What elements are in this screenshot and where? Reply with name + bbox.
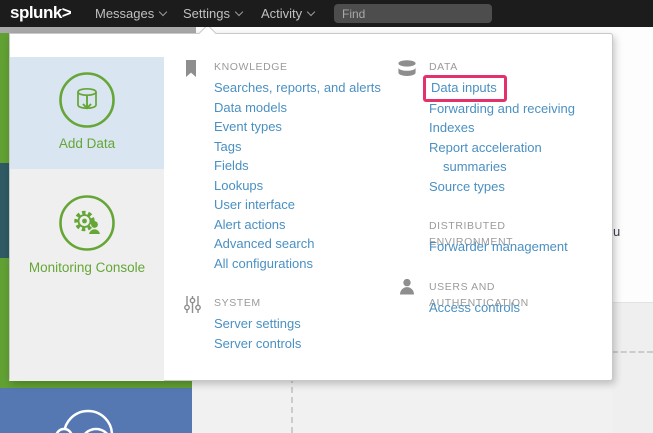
monitoring-console-icon bbox=[58, 194, 116, 252]
topbar: splunk> Messages Settings Activity bbox=[0, 0, 653, 27]
section-users-authentication: USERS AND AUTHENTICATION Access controls bbox=[429, 279, 593, 318]
find-input[interactable] bbox=[334, 4, 492, 23]
add-data-icon bbox=[58, 71, 116, 129]
menu-link-lookups[interactable]: Lookups bbox=[214, 176, 400, 196]
menu-link-forwarding-receiving[interactable]: Forwarding and receiving bbox=[429, 99, 593, 119]
monitoring-console-label: Monitoring Console bbox=[29, 260, 145, 275]
background-right-gray-area bbox=[612, 302, 653, 433]
splunk-logo[interactable]: splunk> bbox=[10, 3, 71, 23]
menu-column-knowledge-system: KNOWLEDGE Searches, reports, and alerts … bbox=[214, 59, 400, 353]
menu-link-tags[interactable]: Tags bbox=[214, 137, 400, 157]
menu-link-data-models[interactable]: Data models bbox=[214, 98, 400, 118]
settings-menu: Add Data Monitoring Console KNOWLEDGE Se… bbox=[9, 33, 613, 381]
menu-link-event-types[interactable]: Event types bbox=[214, 117, 400, 137]
bookmark-icon bbox=[184, 60, 198, 78]
menu-link-source-types[interactable]: Source types bbox=[429, 177, 593, 197]
nav-settings[interactable]: Settings bbox=[183, 6, 242, 21]
nav-messages[interactable]: Messages bbox=[95, 6, 166, 21]
menu-link-report-acceleration-summaries[interactable]: Report acceleration summaries bbox=[429, 138, 593, 177]
section-distributed-environment: DISTRIBUTED ENVIRONMENT Forwarder manage… bbox=[429, 218, 593, 257]
menu-link-server-controls[interactable]: Server controls bbox=[214, 334, 400, 354]
background-blue-illustration-panel bbox=[0, 388, 192, 433]
menu-link-access-controls[interactable]: Access controls bbox=[429, 298, 593, 318]
menu-link-server-settings[interactable]: Server settings bbox=[214, 314, 400, 334]
user-icon bbox=[399, 278, 415, 295]
menu-link-alert-actions[interactable]: Alert actions bbox=[214, 215, 400, 235]
chevron-down-icon bbox=[307, 8, 315, 16]
add-data-tile[interactable]: Add Data bbox=[10, 57, 164, 169]
headset-illustration-icon bbox=[0, 388, 192, 433]
menu-link-searches-reports-alerts[interactable]: Searches, reports, and alerts bbox=[214, 78, 400, 98]
background-right-area bbox=[612, 33, 653, 302]
section-header: USERS AND AUTHENTICATION bbox=[429, 279, 593, 295]
section-header: DATA bbox=[429, 59, 593, 75]
menu-link-indexes[interactable]: Indexes bbox=[429, 118, 593, 138]
menu-link-data-inputs[interactable]: Data inputs bbox=[431, 78, 497, 98]
menu-link-fields[interactable]: Fields bbox=[214, 156, 400, 176]
sliders-icon bbox=[184, 296, 201, 313]
background-text-fragment: u bbox=[613, 224, 620, 239]
menu-column-data-users: DATA Data inputs Forwarding and receivin… bbox=[429, 59, 593, 317]
section-header: KNOWLEDGE bbox=[214, 59, 400, 75]
nav-activity[interactable]: Activity bbox=[261, 6, 314, 21]
chevron-down-icon bbox=[159, 8, 167, 16]
monitoring-console-tile[interactable]: Monitoring Console bbox=[10, 169, 164, 381]
section-header: SYSTEM bbox=[214, 295, 400, 311]
section-knowledge: KNOWLEDGE Searches, reports, and alerts … bbox=[214, 59, 400, 273]
section-header: DISTRIBUTED ENVIRONMENT bbox=[429, 218, 593, 234]
background-dashed-line-horizontal bbox=[612, 351, 653, 353]
background-sidebar-teal-segment bbox=[0, 163, 9, 258]
section-system: SYSTEM Server settings Server controls bbox=[214, 295, 400, 353]
menu-link-advanced-search[interactable]: Advanced search bbox=[214, 234, 400, 254]
section-data: DATA Data inputs Forwarding and receivin… bbox=[429, 59, 593, 196]
menu-link-user-interface[interactable]: User interface bbox=[214, 195, 400, 215]
chevron-down-icon bbox=[235, 8, 243, 16]
menu-tiles: Add Data Monitoring Console bbox=[10, 34, 164, 381]
data-inputs-highlight-box: Data inputs bbox=[423, 75, 507, 102]
menu-link-forwarder-management[interactable]: Forwarder management bbox=[429, 237, 593, 257]
menu-link-all-configurations[interactable]: All configurations bbox=[214, 254, 400, 274]
database-icon bbox=[397, 60, 417, 77]
background-green-bar bbox=[0, 381, 192, 388]
add-data-label: Add Data bbox=[59, 136, 115, 151]
